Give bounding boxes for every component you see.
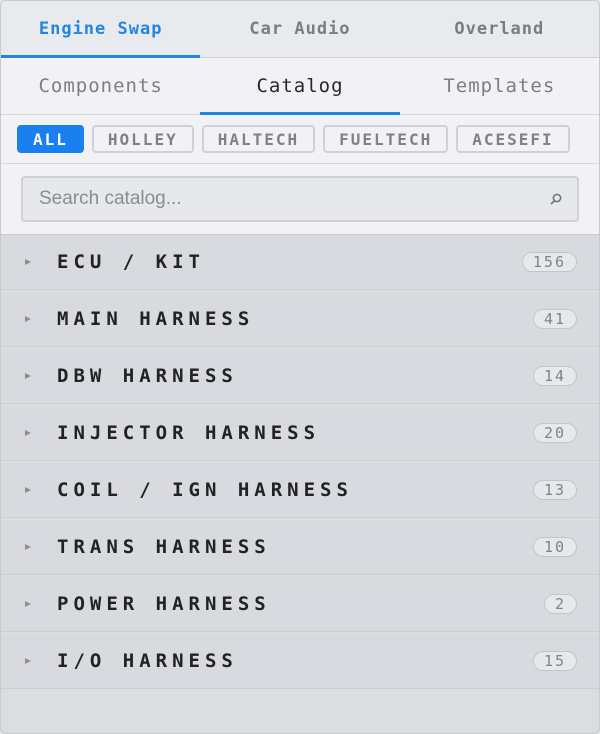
category-list: ECU / KIT 156 MAIN HARNESS 41 DBW HARNES… <box>1 235 599 689</box>
caret-right-icon <box>25 544 31 550</box>
filter-chip-holley[interactable]: HOLLEY <box>91 125 194 153</box>
caret-right-icon <box>25 373 31 379</box>
category-label: TRANS HARNESS <box>57 536 271 558</box>
subtab-label: Catalog <box>256 75 344 97</box>
search-icon[interactable] <box>549 192 563 206</box>
caret-right-icon <box>25 430 31 436</box>
count-badge: 14 <box>532 366 577 386</box>
subtab-label: Components <box>38 75 163 97</box>
sub-tabs: Components Catalog Templates <box>1 58 599 115</box>
count-badge: 13 <box>532 480 577 500</box>
search-input[interactable] <box>23 178 577 220</box>
count-badge: 2 <box>543 594 577 614</box>
search-bar <box>1 164 599 235</box>
subtab-label: Templates <box>443 75 556 97</box>
tab-label: Engine Swap <box>38 19 163 39</box>
category-row-io-harness[interactable]: I/O HARNESS 15 <box>1 634 599 689</box>
category-label: COIL / IGN HARNESS <box>57 479 353 501</box>
category-row-dbw-harness[interactable]: DBW HARNESS 14 <box>1 349 599 404</box>
count-badge: 10 <box>532 537 577 557</box>
tab-label: Overland <box>454 19 545 39</box>
filter-chip-haltech[interactable]: HALTECH <box>201 125 316 153</box>
subtab-templates[interactable]: Templates <box>400 58 599 114</box>
caret-right-icon <box>25 316 31 322</box>
category-row-ecu-kit[interactable]: ECU / KIT 156 <box>1 235 599 290</box>
count-badge: 156 <box>521 252 577 272</box>
search-box <box>21 176 579 222</box>
filter-chip-fueltech[interactable]: FUELTECH <box>323 125 449 153</box>
tab-car-audio[interactable]: Car Audio <box>200 1 399 57</box>
catalog-panel: Engine Swap Car Audio Overland Component… <box>0 0 600 734</box>
brand-filter-bar: ALL HOLLEY HALTECH FUELTECH ACESEFI <box>1 115 599 164</box>
tab-overland[interactable]: Overland <box>400 1 599 57</box>
filter-chip-all[interactable]: ALL <box>17 125 84 153</box>
category-label: DBW HARNESS <box>57 365 238 387</box>
count-badge: 20 <box>532 423 577 443</box>
tab-label: Car Audio <box>249 19 351 39</box>
category-label: INJECTOR HARNESS <box>57 422 321 444</box>
caret-right-icon <box>25 658 31 664</box>
caret-right-icon <box>25 259 31 265</box>
category-row-coil-ign-harness[interactable]: COIL / IGN HARNESS 13 <box>1 463 599 518</box>
main-tabs: Engine Swap Car Audio Overland <box>1 1 599 58</box>
count-badge: 41 <box>532 309 577 329</box>
caret-right-icon <box>25 487 31 493</box>
count-badge: 15 <box>532 651 577 671</box>
category-label: POWER HARNESS <box>57 593 271 615</box>
filter-chip-acesefi[interactable]: ACESEFI <box>456 125 570 153</box>
subtab-catalog[interactable]: Catalog <box>200 58 400 115</box>
subtab-components[interactable]: Components <box>1 58 200 114</box>
category-label: ECU / KIT <box>57 251 205 273</box>
category-row-trans-harness[interactable]: TRANS HARNESS 10 <box>1 520 599 575</box>
category-label: I/O HARNESS <box>57 650 238 672</box>
caret-right-icon <box>25 601 31 607</box>
category-row-power-harness[interactable]: POWER HARNESS 2 <box>1 577 599 632</box>
category-label: MAIN HARNESS <box>57 308 255 330</box>
tab-engine-swap[interactable]: Engine Swap <box>1 1 201 58</box>
category-row-injector-harness[interactable]: INJECTOR HARNESS 20 <box>1 406 599 461</box>
category-row-main-harness[interactable]: MAIN HARNESS 41 <box>1 292 599 347</box>
